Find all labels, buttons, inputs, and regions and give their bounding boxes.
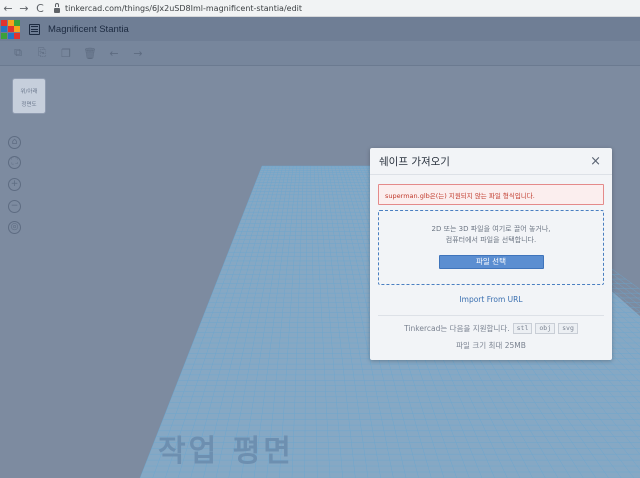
supported-formats: Tinkercad는 다음을 지원합니다. stl obj svg [370, 323, 612, 334]
browser-toolbar: ← → C tinkercad.com/things/6Jx2uSD8Iml-m… [0, 0, 640, 17]
paste-icon[interactable]: ⎘ [30, 43, 54, 63]
view-cube[interactable]: 위/아래 정면도 [12, 78, 46, 114]
undo-icon[interactable]: ← [102, 43, 126, 63]
logo-tile [1, 19, 7, 26]
zoom-in-icon[interactable]: + [8, 178, 21, 191]
import-shape-dialog: 쉐이프 가져오기 × superman.glb은(는) 지원되지 않는 파일 형… [370, 148, 612, 360]
drop-instruction-line1: 2D 또는 3D 파일을 여기로 끌어 놓거나, [431, 225, 551, 233]
logo-tile [14, 26, 20, 32]
fit-view-icon[interactable]: ⛶ [8, 156, 21, 169]
design-menu-icon[interactable] [29, 23, 40, 35]
lock-icon [54, 3, 60, 13]
viewcube-front-label: 정면도 [21, 102, 37, 108]
logo-tile [7, 26, 14, 32]
design-title[interactable]: Magnificent Stantia [48, 24, 129, 35]
edit-toolbar: ⧉ ⎘ ❐ 🗑 ← → [0, 41, 640, 66]
url-text: tinkercad.com/things/6Jx2uSD8Iml-magnifi… [65, 3, 303, 13]
import-from-url-link[interactable]: Import From URL [370, 295, 612, 304]
error-message: superman.glb은(는) 지원되지 않는 파일 형식입니다. [378, 184, 604, 205]
close-icon[interactable]: × [590, 154, 601, 169]
format-badge-svg: svg [558, 323, 578, 334]
redo-icon[interactable]: → [126, 43, 150, 63]
dialog-header: 쉐이프 가져오기 × [370, 148, 612, 175]
format-badge-stl: stl [512, 323, 533, 334]
home-view-icon[interactable]: ⌂ [8, 136, 21, 149]
workplane-label: 작업 평면 [158, 434, 294, 469]
file-drop-zone[interactable]: 2D 또는 3D 파일을 여기로 끌어 놓거나, 컴퓨터에서 파일을 선택합니다… [378, 210, 604, 285]
reload-icon[interactable]: C [32, 0, 48, 17]
max-file-size: 파일 크기 최대 25MB [456, 341, 526, 350]
zoom-out-icon[interactable]: − [8, 200, 21, 213]
tinkercad-logo-icon[interactable] [1, 19, 20, 39]
forward-icon[interactable]: → [16, 0, 32, 17]
orthographic-icon[interactable]: ◎ [8, 221, 21, 234]
logo-tile [7, 32, 14, 39]
logo-tile [1, 26, 7, 32]
logo-tile [14, 19, 20, 26]
format-badge-obj: obj [535, 323, 556, 334]
duplicate-icon[interactable]: ❐ [54, 43, 78, 63]
logo-tile [14, 32, 20, 39]
supported-formats-label: Tinkercad는 다음을 지원합니다. [404, 324, 510, 333]
viewcube-top-label: 위/아래 [20, 89, 38, 95]
address-bar[interactable]: tinkercad.com/things/6Jx2uSD8Iml-magnifi… [54, 1, 302, 16]
copy-icon[interactable]: ⧉ [6, 43, 30, 63]
dialog-title: 쉐이프 가져오기 [379, 155, 450, 168]
choose-file-button[interactable]: 파일 선택 [438, 255, 544, 269]
drop-instruction-line2: 컴퓨터에서 파일을 선택합니다. [445, 236, 537, 244]
logo-tile [7, 19, 14, 26]
logo-tile [1, 32, 7, 39]
back-icon[interactable]: ← [0, 0, 16, 17]
error-text: superman.glb은(는) 지원되지 않는 파일 형식입니다. [385, 191, 535, 200]
divider [378, 315, 604, 316]
app-header: Magnificent Stantia [0, 17, 640, 41]
delete-icon[interactable]: 🗑 [78, 43, 102, 63]
